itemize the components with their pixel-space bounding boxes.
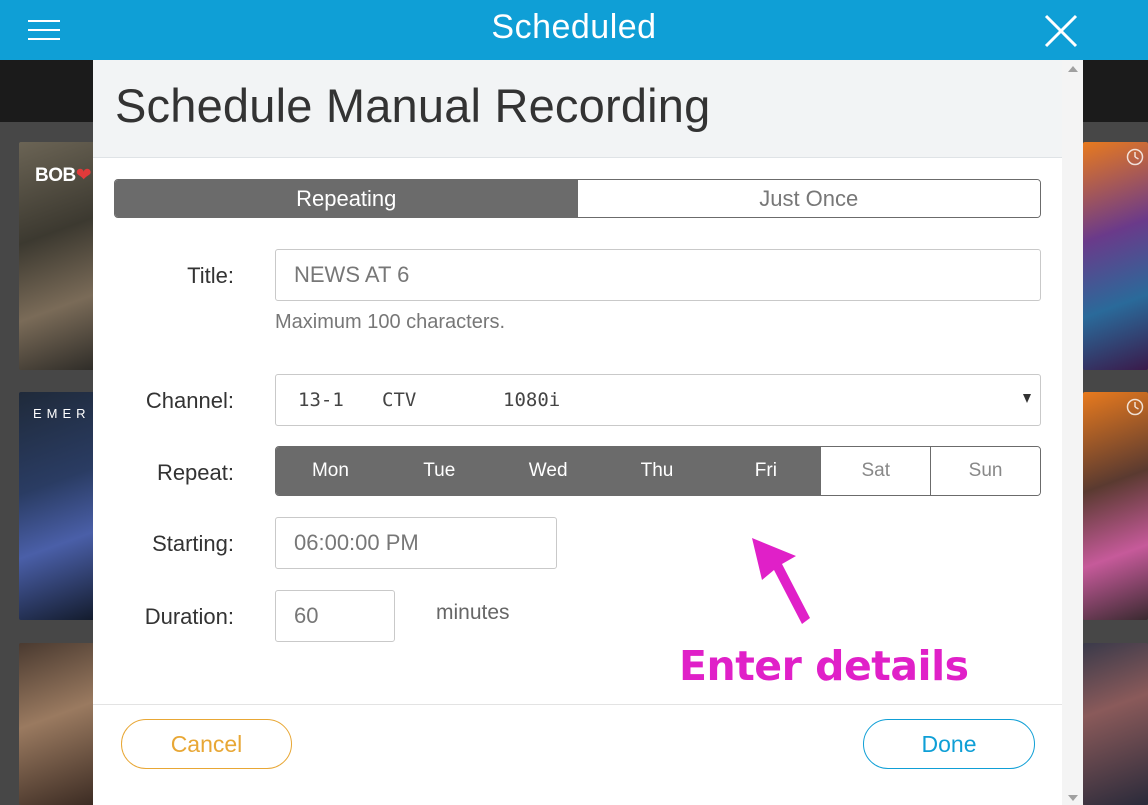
day-toggle-sun[interactable]: Sun [930,447,1040,495]
recording-mode-toggle: Repeating Just Once [114,179,1041,218]
heart-icon: ❤ [75,165,92,186]
show-poster[interactable] [1083,643,1148,805]
day-toggle-tue[interactable]: Tue [384,447,494,495]
starting-label: Starting: [152,531,234,556]
title-label: Title: [187,263,234,288]
day-toggle-thu[interactable]: Thu [602,447,712,495]
repeat-days-selector: Mon Tue Wed Thu Fri Sat Sun [275,446,1041,496]
cancel-button[interactable]: Cancel [121,719,292,769]
duration-label: Duration: [144,604,234,629]
show-poster[interactable] [1083,142,1148,370]
title-input-value: NEWS AT 6 [294,262,410,287]
day-toggle-wed[interactable]: Wed [493,447,603,495]
day-toggle-mon[interactable]: Mon [276,447,385,495]
channel-resolution: 1080i [503,389,561,411]
done-button[interactable]: Done [863,719,1035,769]
clock-icon [1126,148,1144,166]
title-input[interactable]: NEWS AT 6 [275,249,1041,301]
close-icon[interactable] [1042,12,1080,50]
start-time-value: 06:00:00 PM [294,530,419,555]
duration-value: 60 [294,603,319,628]
day-toggle-sat[interactable]: Sat [820,447,931,495]
scroll-down-arrow-icon[interactable] [1068,795,1078,801]
channel-number: 13-1 [298,389,344,411]
dialog-header: Schedule Manual Recording [93,60,1062,158]
poster-title: EMER [33,406,91,421]
poster-title: BOB [35,165,76,186]
start-time-input[interactable]: 06:00:00 PM [275,517,557,569]
show-poster[interactable]: EMER [19,392,99,620]
pointer-arrow-icon [752,538,810,624]
show-poster[interactable] [1083,392,1148,620]
channel-label: Channel: [145,388,234,413]
duration-unit: minutes [436,601,510,624]
clock-icon [1126,398,1144,416]
dialog-title: Schedule Manual Recording [115,79,711,132]
tab-repeating[interactable]: Repeating [115,180,578,217]
scroll-up-arrow-icon[interactable] [1068,66,1078,72]
modal-scrollbar[interactable] [1062,60,1083,805]
day-toggle-fri[interactable]: Fri [711,447,821,495]
tab-just-once[interactable]: Just Once [577,180,1040,217]
repeat-label: Repeat: [156,460,234,485]
footer-divider [93,704,1062,705]
show-poster[interactable]: BOB❤ [19,142,99,370]
duration-input[interactable]: 60 [275,590,395,642]
title-hint: Maximum 100 characters. [275,311,506,333]
schedule-recording-dialog: Schedule Manual Recording Repeating Just… [93,60,1062,805]
caret-down-icon [1023,394,1031,403]
annotation-callout: Enter details [679,642,969,690]
app-header: Scheduled [0,0,1148,60]
app-title: Scheduled [491,8,657,46]
show-poster[interactable] [19,643,99,805]
channel-select[interactable]: 13-1 CTV 1080i [275,374,1041,426]
channel-name: CTV [382,389,417,411]
